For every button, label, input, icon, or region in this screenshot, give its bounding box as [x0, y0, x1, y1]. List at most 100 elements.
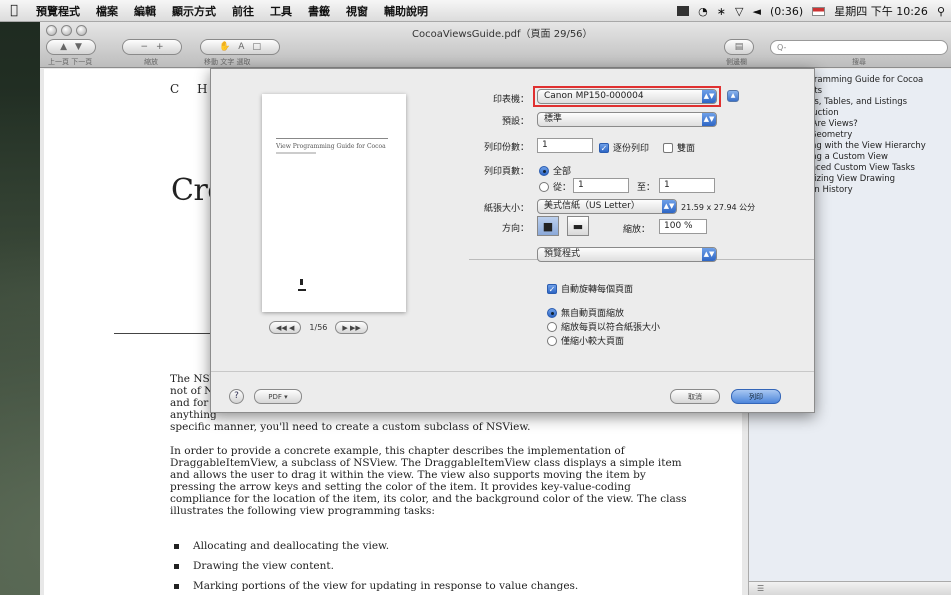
print-button[interactable]: 列印: [731, 389, 781, 404]
select-tool-icon[interactable]: □: [252, 42, 261, 52]
landscape-icon: ▬: [572, 219, 584, 233]
minimize-button[interactable]: [61, 25, 72, 36]
preview-subtitle: [276, 152, 316, 154]
print-dialog: View Programming Guide for Cocoa ◀◀ ◀ 1/…: [210, 68, 815, 413]
popup-arrow-icon: ▲▼: [702, 113, 716, 126]
menu-file[interactable]: 檔案: [88, 3, 126, 19]
spotlight-icon[interactable]: ⚲: [937, 5, 945, 18]
landscape-button[interactable]: ▬: [567, 216, 589, 236]
search-label: 搜尋: [852, 58, 866, 66]
battery-status[interactable]: (0:36): [770, 5, 803, 18]
window-title: CocoaViewsGuide.pdf（頁面 29/56）: [412, 29, 593, 40]
apple-logo-icon[interactable]: : [0, 3, 28, 18]
zoom-buttons[interactable]: − +: [122, 39, 182, 55]
preset-label: 預設：: [501, 117, 529, 127]
checkbox-checked-icon: ✓: [547, 283, 557, 294]
scale-option-radio[interactable]: 無自動頁面縮放: [547, 306, 624, 319]
list-item: Allocating and deallocating the view.: [174, 540, 389, 552]
scale-option-radio[interactable]: 僅縮小較大頁面: [547, 334, 624, 347]
menu-help[interactable]: 輔助說明: [376, 3, 436, 19]
text-tool-icon[interactable]: A: [238, 42, 244, 52]
pages-range-radio[interactable]: 從：: [539, 180, 571, 193]
printer-label: 印表機：: [492, 95, 529, 105]
input-source-icon[interactable]: [812, 6, 826, 16]
window-controls: [46, 25, 87, 36]
page-to-field[interactable]: 1: [659, 178, 715, 193]
bullet-icon: [174, 563, 179, 569]
zoom-out-icon[interactable]: −: [140, 42, 148, 52]
nav-buttons[interactable]: ▲ ▼: [46, 39, 96, 55]
radio-icon: [539, 181, 549, 192]
menu-edit[interactable]: 編輯: [126, 3, 164, 19]
popup-arrow-icon: ▲▼: [662, 200, 676, 213]
two-sided-checkbox[interactable]: 雙面: [663, 141, 695, 154]
preset-select[interactable]: 標準 ▲▼: [537, 112, 717, 127]
preview-title: View Programming Guide for Cocoa: [276, 143, 386, 150]
move-tool-icon[interactable]: ✋: [219, 42, 230, 52]
popup-arrow-icon: ▲▼: [702, 90, 716, 103]
page-from-field[interactable]: 1: [573, 178, 629, 193]
preview-pager: ◀◀ ◀ 1/56 ▶ ▶▶: [269, 321, 368, 334]
printer-select[interactable]: Canon MP150-000004 ▲▼: [537, 89, 717, 104]
pages-label: 列印頁數：: [483, 167, 529, 177]
wifi-icon[interactable]: ▽: [735, 5, 743, 18]
help-button[interactable]: ?: [229, 389, 244, 404]
close-button[interactable]: [46, 25, 57, 36]
menu-app[interactable]: 預覽程式: [28, 3, 88, 19]
checkbox-icon: [663, 142, 673, 153]
pdf-menu-button[interactable]: PDF ▾: [254, 389, 302, 404]
page-indicator: 1/56: [309, 323, 328, 332]
tool-buttons[interactable]: ✋ A □: [200, 39, 280, 55]
footer-divider: [211, 371, 814, 372]
zoom-in-icon[interactable]: +: [156, 42, 164, 52]
menu-window[interactable]: 視窗: [338, 3, 376, 19]
disclosure-button[interactable]: ▲: [727, 90, 739, 102]
menu-bookmarks[interactable]: 書籤: [300, 3, 338, 19]
sidebar-label: 側邊欄: [726, 58, 747, 66]
scale-field[interactable]: 100 %: [659, 219, 707, 234]
paragraph-example: In order to provide a concrete example, …: [170, 445, 687, 517]
time-machine-icon[interactable]: ◔: [698, 5, 708, 18]
sidebar-toggle-button[interactable]: ▤: [724, 39, 754, 55]
page-to-label: 至：: [637, 183, 656, 193]
auto-rotate-checkbox[interactable]: ✓ 自動旋轉每個頁面: [547, 282, 633, 295]
bullet-icon: [174, 543, 179, 549]
menu-go[interactable]: 前往: [224, 3, 262, 19]
radio-selected-icon: [539, 165, 549, 176]
app-options-select[interactable]: 預覽程式 ▲▼: [537, 247, 717, 262]
copies-field[interactable]: 1: [537, 138, 593, 153]
menu-bar:  預覽程式 檔案 編輯 顯示方式 前往 工具 書籤 視窗 輔助說明 ◔ ∗ ▽…: [0, 0, 951, 22]
radio-selected-icon: [547, 307, 557, 318]
volume-icon[interactable]: ◄: [752, 5, 760, 18]
para-line: specific manner, you'll need to create a…: [170, 421, 531, 433]
portrait-button[interactable]: ■: [537, 216, 559, 236]
scale-option-radio[interactable]: 縮放每頁以符合紙張大小: [547, 320, 660, 333]
collate-checkbox[interactable]: ✓ 逐份列印: [599, 141, 649, 154]
bullet-icon: [174, 583, 179, 589]
zoom-label: 縮放: [144, 58, 158, 66]
view-mode-icon[interactable]: ☰: [757, 584, 764, 593]
cancel-button[interactable]: 取消: [670, 389, 720, 404]
tool-labels: 移動 文字 選取: [204, 58, 251, 66]
search-input[interactable]: Q-: [770, 40, 948, 55]
preview-rule: [276, 138, 388, 139]
first-prev-page-button[interactable]: ◀◀ ◀: [269, 321, 302, 334]
paper-size-select[interactable]: 美式信紙（US Letter） ▲▼: [537, 199, 677, 214]
zoom-button[interactable]: [76, 25, 87, 36]
menu-extra-icon[interactable]: [677, 6, 690, 16]
pages-all-radio[interactable]: 全部: [539, 164, 571, 177]
next-last-page-button[interactable]: ▶ ▶▶: [335, 321, 368, 334]
popup-arrow-icon: ▲▼: [702, 248, 716, 261]
prev-page-icon[interactable]: ▲: [60, 42, 67, 52]
clock[interactable]: 星期四 下午 10:26: [834, 3, 928, 19]
bluetooth-icon[interactable]: ∗: [717, 5, 726, 18]
menu-tools[interactable]: 工具: [262, 3, 300, 19]
preview-logo: [300, 279, 303, 285]
menu-view[interactable]: 顯示方式: [164, 3, 224, 19]
radio-icon: [547, 321, 557, 332]
next-page-icon[interactable]: ▼: [75, 42, 82, 52]
checkbox-checked-icon: ✓: [599, 142, 609, 153]
portrait-icon: ■: [542, 219, 554, 233]
title-bar: CocoaViewsGuide.pdf（頁面 29/56） ▲ ▼ 上一頁 下一…: [40, 22, 951, 68]
orientation-label: 方向：: [501, 224, 529, 234]
